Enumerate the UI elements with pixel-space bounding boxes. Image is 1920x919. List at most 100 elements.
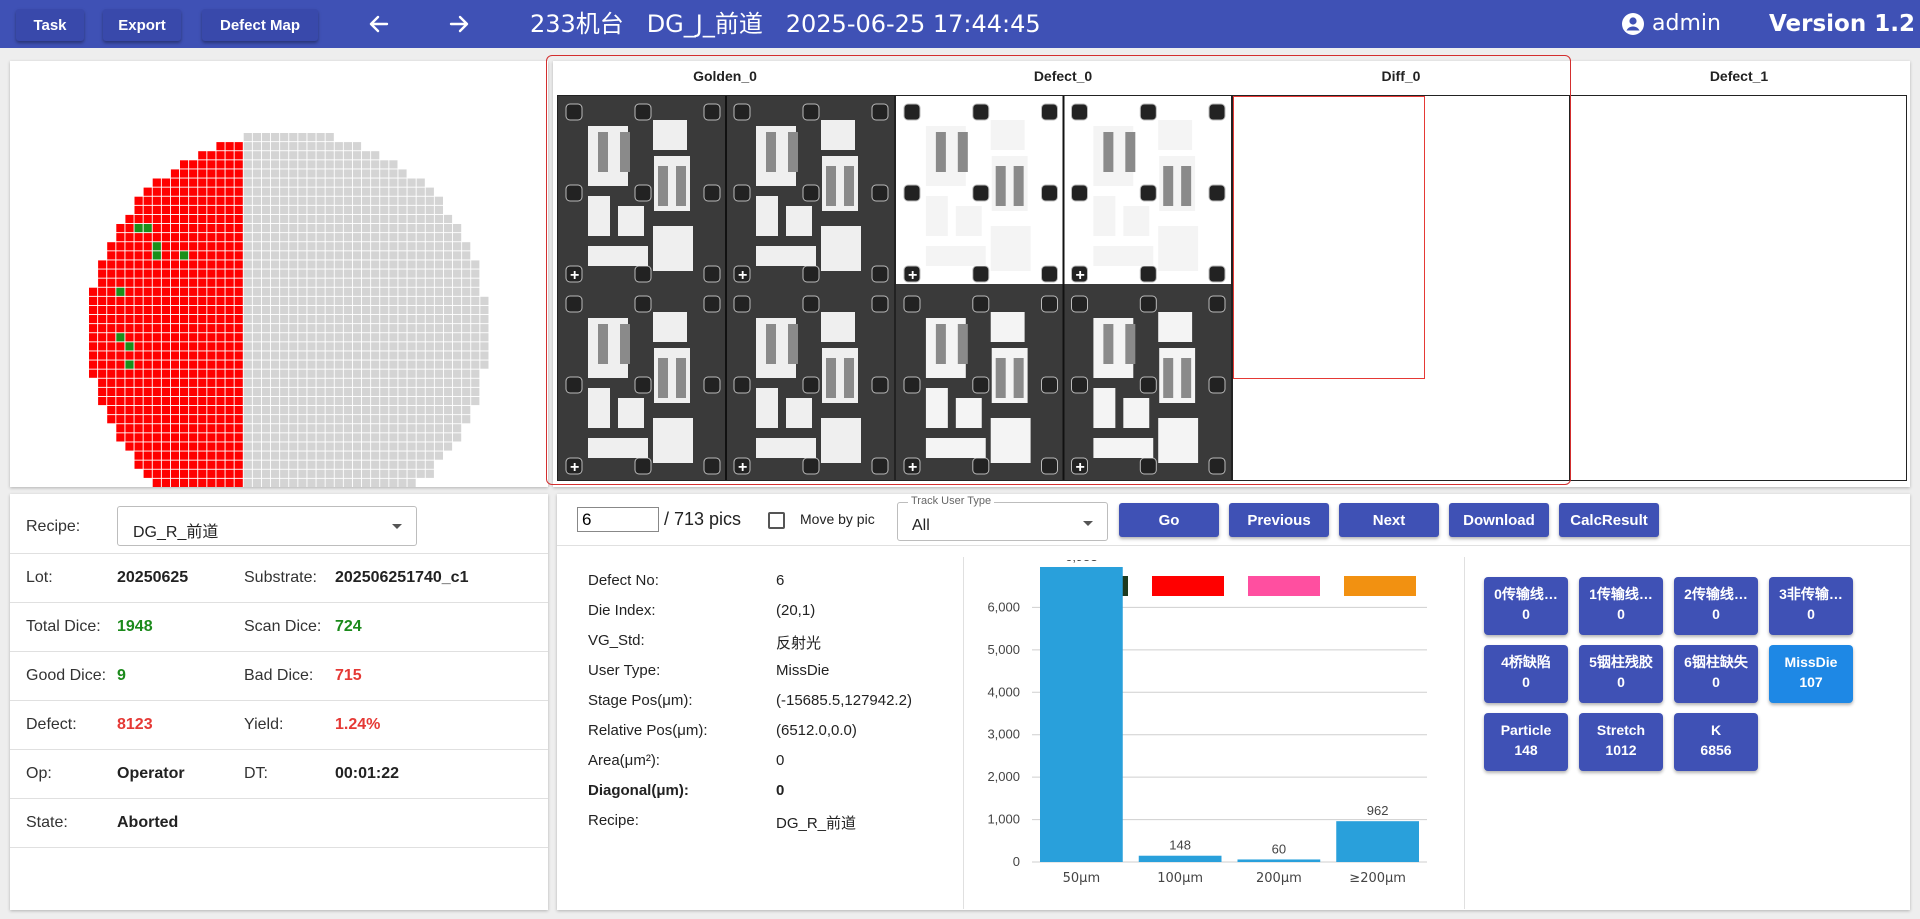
wafer-die[interactable] — [362, 360, 371, 369]
wafer-die[interactable] — [252, 433, 261, 442]
wafer-die[interactable] — [289, 151, 298, 160]
wafer-die[interactable] — [380, 415, 389, 424]
wafer-die[interactable] — [362, 433, 371, 442]
wafer-die[interactable] — [416, 451, 425, 460]
wafer-die[interactable] — [407, 342, 416, 351]
defect-1-image[interactable] — [1570, 95, 1907, 481]
wafer-die[interactable] — [316, 451, 325, 460]
wafer-die[interactable] — [307, 333, 316, 342]
bar[interactable] — [1336, 821, 1419, 862]
wafer-die[interactable] — [389, 296, 398, 305]
wafer-die[interactable] — [189, 460, 198, 469]
wafer-die[interactable] — [134, 196, 143, 205]
wafer-die[interactable] — [343, 269, 352, 278]
wafer-die[interactable] — [207, 360, 216, 369]
user-menu[interactable]: admin — [1622, 0, 1721, 48]
wafer-die[interactable] — [243, 305, 252, 315]
wafer-die[interactable] — [107, 296, 116, 305]
wafer-die[interactable] — [225, 478, 234, 487]
wafer-die[interactable] — [161, 333, 170, 342]
wafer-die[interactable] — [89, 369, 98, 378]
wafer-die[interactable] — [152, 315, 161, 324]
wafer-die[interactable] — [134, 360, 143, 369]
wafer-die[interactable] — [280, 196, 289, 205]
wafer-die[interactable] — [152, 351, 161, 360]
wafer-die[interactable] — [271, 424, 280, 433]
wafer-die[interactable] — [271, 296, 280, 305]
wafer-die[interactable] — [425, 342, 434, 351]
wafer-die[interactable] — [225, 415, 234, 424]
wafer-die[interactable] — [170, 333, 180, 342]
wafer-die[interactable] — [271, 260, 280, 269]
wafer-die[interactable] — [216, 369, 225, 378]
category-button[interactable]: Stretch 1012 — [1579, 713, 1663, 771]
wafer-die[interactable] — [425, 378, 434, 387]
wafer-die[interactable] — [161, 278, 170, 287]
wafer-die[interactable] — [453, 315, 462, 324]
wafer-die[interactable] — [116, 233, 125, 242]
wafer-die[interactable] — [352, 387, 362, 396]
wafer-die[interactable] — [98, 360, 107, 369]
wafer-die[interactable] — [407, 396, 416, 406]
wafer-die[interactable] — [89, 305, 98, 315]
wafer-die[interactable] — [125, 233, 134, 242]
wafer-die[interactable] — [425, 205, 434, 214]
wafer-die[interactable] — [325, 360, 334, 369]
wafer-die[interactable] — [252, 378, 261, 387]
wafer-die[interactable] — [198, 187, 207, 196]
wafer-die[interactable] — [271, 133, 280, 142]
wafer-die[interactable] — [316, 315, 325, 324]
wafer-die[interactable] — [261, 360, 271, 369]
download-button[interactable]: Download — [1449, 503, 1549, 537]
wafer-die[interactable] — [380, 478, 389, 487]
wafer-die[interactable] — [116, 251, 125, 260]
wafer-die[interactable] — [343, 205, 352, 214]
wafer-die[interactable] — [280, 478, 289, 487]
wafer-die[interactable] — [243, 233, 252, 242]
wafer-die[interactable] — [389, 160, 398, 169]
wafer-die[interactable] — [216, 142, 225, 151]
wafer-die[interactable] — [125, 433, 134, 442]
wafer-die[interactable] — [407, 478, 416, 487]
wafer-die[interactable] — [425, 214, 434, 224]
wafer-die[interactable] — [180, 469, 189, 478]
wafer-die[interactable] — [234, 369, 243, 378]
wafer-die[interactable] — [116, 242, 125, 251]
wafer-die[interactable] — [398, 187, 407, 196]
wafer-die[interactable] — [425, 196, 434, 205]
wafer-die[interactable] — [189, 287, 198, 296]
wafer-die[interactable] — [198, 342, 207, 351]
wafer-die[interactable] — [170, 406, 180, 415]
wafer-die[interactable] — [352, 296, 362, 305]
wafer-die[interactable] — [289, 260, 298, 269]
wafer-die[interactable] — [198, 369, 207, 378]
wafer-die[interactable] — [170, 305, 180, 315]
wafer-die[interactable] — [280, 424, 289, 433]
wafer-die[interactable] — [216, 305, 225, 315]
wafer-die[interactable] — [152, 196, 161, 205]
wafer-die[interactable] — [280, 305, 289, 315]
wafer-die[interactable] — [252, 278, 261, 287]
wafer-die[interactable] — [280, 214, 289, 224]
wafer-die[interactable] — [362, 369, 371, 378]
wafer-die[interactable] — [325, 160, 334, 169]
wafer-die[interactable] — [334, 169, 343, 178]
wafer-die[interactable] — [362, 387, 371, 396]
wafer-die[interactable] — [170, 169, 180, 178]
wafer-die[interactable] — [289, 451, 298, 460]
wafer-die[interactable] — [243, 260, 252, 269]
wafer-die[interactable] — [243, 396, 252, 406]
wafer-die[interactable] — [143, 369, 152, 378]
wafer-die[interactable] — [398, 460, 407, 469]
wafer-die[interactable] — [307, 133, 316, 142]
wafer-die[interactable] — [407, 315, 416, 324]
wafer-die[interactable] — [216, 324, 225, 333]
wafer-die[interactable] — [434, 315, 443, 324]
wafer-die[interactable] — [371, 178, 380, 187]
wafer-die[interactable] — [380, 251, 389, 260]
wafer-die[interactable] — [134, 296, 143, 305]
wafer-die[interactable] — [234, 442, 243, 451]
wafer-die[interactable] — [334, 351, 343, 360]
wafer-die[interactable] — [234, 169, 243, 178]
wafer-die[interactable] — [170, 451, 180, 460]
